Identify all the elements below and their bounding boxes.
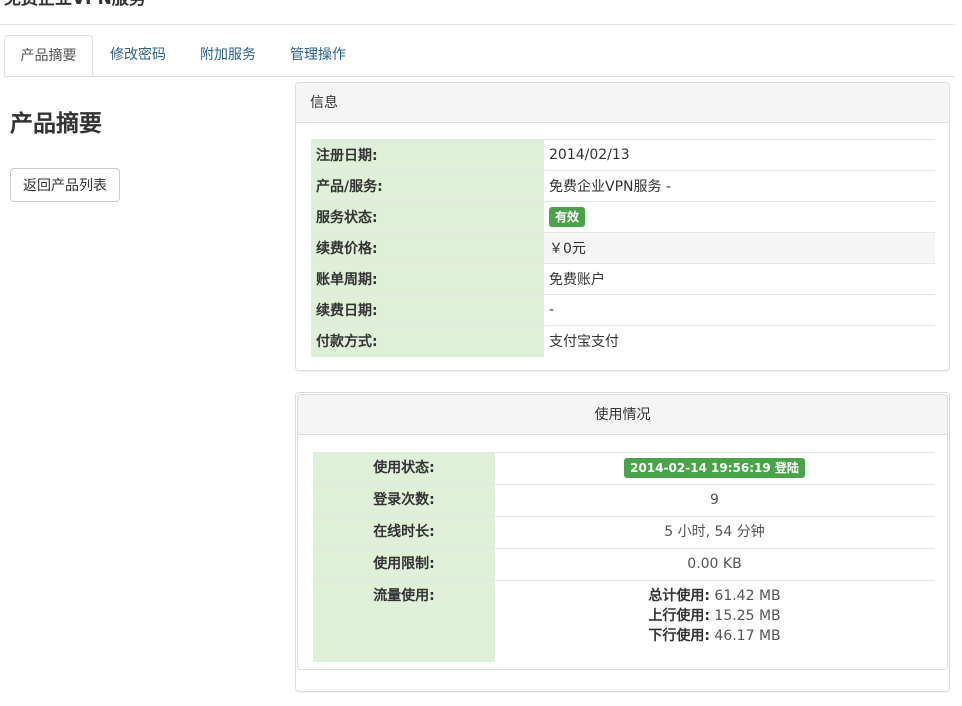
renewal-date-value: - [544,294,935,326]
table-row: 服务状态: 有效 [311,201,935,233]
usage-limit-value: 0.00 KB [495,548,934,581]
info-table: 注册日期: 2014/02/13 产品/服务: 免费企业VPN服务 - 服务状态… [311,139,935,357]
tab-change-password[interactable]: 修改密码 [97,35,179,75]
online-duration-label: 在线时长: [313,516,495,549]
traffic-up-value: 15.25 MB [714,608,781,624]
usage-status-cell: 2014-02-14 19:56:19 登陆 [495,452,934,485]
tab-management[interactable]: 管理操作 [277,35,359,75]
traffic-up-line: 上行使用: 15.25 MB [500,606,929,626]
service-status-label: 服务状态: [311,201,544,233]
traffic-down-label: 下行使用: [648,628,710,644]
table-row: 流量使用: 总计使用: 61.42 MB 上行使用: 15.25 MB 下行使用… [313,580,934,662]
renewal-date-label: 续费日期: [311,294,544,326]
renewal-price-label: 续费价格: [311,232,544,264]
traffic-usage-label: 流量使用: [313,580,495,662]
login-count-value: 9 [495,484,934,517]
payment-method-value: 支付宝支付 [544,325,935,357]
usage-table: 使用状态: 2014-02-14 19:56:19 登陆 登录次数: 9 在线时… [313,452,934,662]
registration-date-label: 注册日期: [311,139,544,171]
table-row: 使用限制: 0.00 KB [313,548,934,581]
usage-limit-label: 使用限制: [313,548,495,581]
tab-product-summary[interactable]: 产品摘要 [4,35,93,76]
table-row: 产品/服务: 免费企业VPN服务 - [311,170,935,202]
title-divider [0,24,955,25]
product-service-value: 免费企业VPN服务 - [544,170,935,202]
info-panel-heading: 信息 [296,83,949,123]
table-row: 在线时长: 5 小时, 54 分钟 [313,516,934,549]
usage-status-label: 使用状态: [313,452,495,485]
table-row: 注册日期: 2014/02/13 [311,139,935,171]
summary-heading: 产品摘要 [10,111,102,137]
page-title: 免费企业VPN服务 [4,0,146,9]
renewal-price-value: ￥0元 [544,232,935,264]
table-row: 付款方式: 支付宝支付 [311,325,935,357]
online-duration-value: 5 小时, 54 分钟 [495,516,934,549]
service-status-cell: 有效 [544,201,935,233]
info-panel: 信息 注册日期: 2014/02/13 产品/服务: 免费企业VPN服务 - 服… [295,82,950,371]
usage-outer-panel: 使用情况 使用状态: 2014-02-14 19:56:19 登陆 登录次数: … [295,392,950,692]
table-row: 登录次数: 9 [313,484,934,517]
status-badge: 有效 [549,207,586,227]
billing-cycle-label: 账单周期: [311,263,544,295]
traffic-usage-cell: 总计使用: 61.42 MB 上行使用: 15.25 MB 下行使用: 46.1… [495,580,934,662]
billing-cycle-value: 免费账户 [544,263,935,295]
tab-bar: 产品摘要 修改密码 附加服务 管理操作 [4,35,955,77]
payment-method-label: 付款方式: [311,325,544,357]
back-to-product-list-button[interactable]: 返回产品列表 [10,168,120,202]
traffic-total-label: 总计使用: [648,588,710,604]
traffic-down-line: 下行使用: 46.17 MB [500,626,929,646]
usage-panel-heading: 使用情况 [298,395,947,435]
usage-panel: 使用情况 使用状态: 2014-02-14 19:56:19 登陆 登录次数: … [297,394,948,670]
traffic-total-value: 61.42 MB [714,588,781,604]
traffic-breakdown: 总计使用: 61.42 MB 上行使用: 15.25 MB 下行使用: 46.1… [500,581,929,646]
traffic-down-value: 46.17 MB [714,628,781,644]
registration-date-value: 2014/02/13 [544,139,935,171]
tab-addon-services[interactable]: 附加服务 [187,35,269,75]
table-row: 使用状态: 2014-02-14 19:56:19 登陆 [313,452,934,485]
table-row: 续费日期: - [311,294,935,326]
product-service-label: 产品/服务: [311,170,544,202]
table-row: 续费价格: ￥0元 [311,232,935,264]
login-count-label: 登录次数: [313,484,495,517]
login-status-badge: 2014-02-14 19:56:19 登陆 [624,458,805,478]
traffic-up-label: 上行使用: [648,608,710,624]
table-row: 账单周期: 免费账户 [311,263,935,295]
traffic-total-line: 总计使用: 61.42 MB [500,586,929,606]
